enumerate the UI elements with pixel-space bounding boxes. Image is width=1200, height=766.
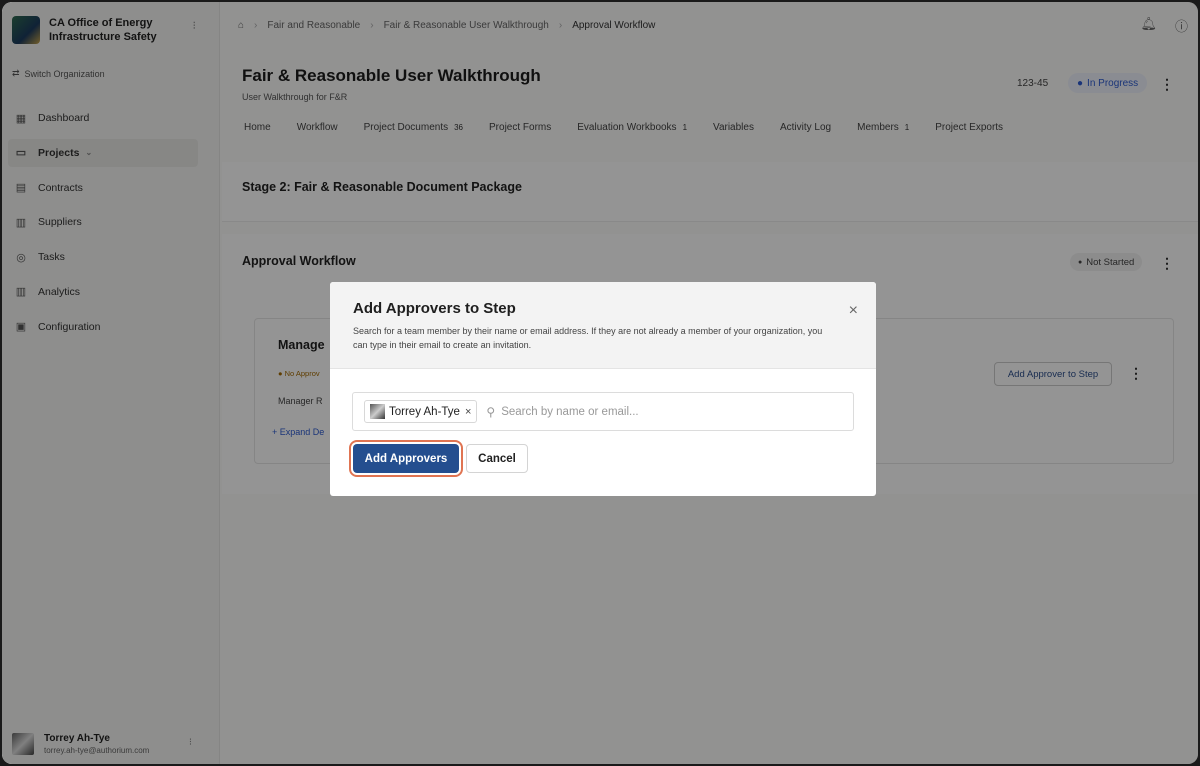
approver-search-field[interactable]: Torrey Ah-Tye × ⚲	[352, 392, 854, 431]
modal-header: Add Approvers to Step Search for a team …	[330, 282, 876, 369]
modal-title: Add Approvers to Step	[353, 300, 516, 317]
approver-chip-name: Torrey Ah-Tye	[389, 405, 460, 418]
modal-description: Search for a team member by their name o…	[353, 326, 823, 350]
search-input[interactable]	[501, 405, 802, 418]
app-window: CA Office of Energy Infrastructure Safet…	[2, 2, 1198, 764]
cancel-button[interactable]: Cancel	[466, 444, 528, 473]
remove-chip-icon[interactable]: ×	[465, 406, 471, 418]
search-icon: ⚲	[486, 404, 496, 419]
add-approvers-button[interactable]: Add Approvers	[353, 444, 459, 473]
close-icon[interactable]: ×	[849, 302, 858, 320]
approver-chip: Torrey Ah-Tye ×	[364, 400, 478, 423]
avatar	[370, 404, 385, 419]
add-approvers-modal: Add Approvers to Step Search for a team …	[330, 282, 876, 496]
